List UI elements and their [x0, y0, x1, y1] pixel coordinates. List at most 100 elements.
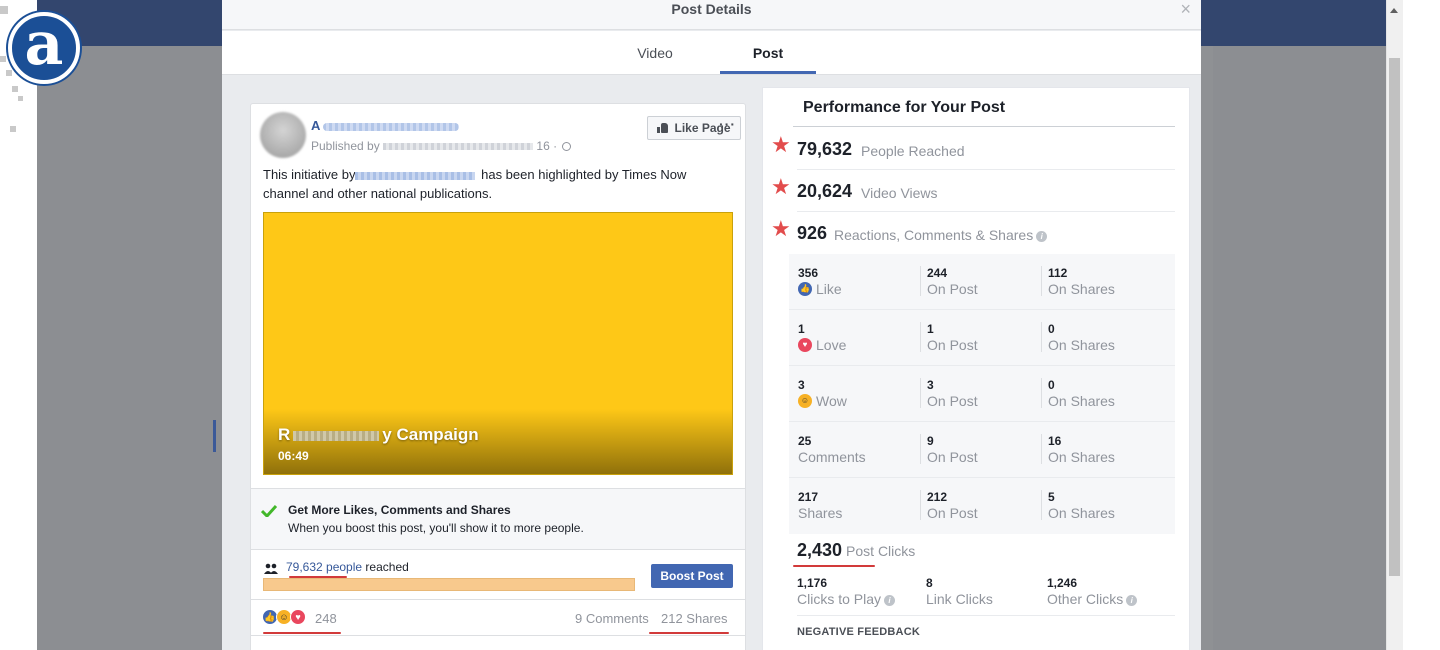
cell-value: 112	[1048, 266, 1068, 280]
boost-title: Get More Likes, Comments and Shares	[288, 503, 511, 517]
redacted-publisher	[383, 143, 534, 151]
boost-promo: Get More Likes, Comments and Shares When…	[251, 488, 745, 550]
reach-suffix: reached	[365, 560, 409, 574]
cell-label-text: Love	[816, 337, 847, 353]
annotation-underline	[793, 565, 875, 567]
video-title-start: R	[278, 425, 291, 444]
post-clicks-value: 2,430	[797, 540, 843, 560]
logo-pixel	[0, 56, 6, 62]
checkmark-icon	[261, 505, 277, 517]
cell-label: On Post	[927, 505, 978, 521]
logo-pixel	[0, 6, 8, 14]
cell-label: On Shares	[1048, 337, 1115, 353]
cell-value: 9	[927, 434, 934, 448]
cell-label: On Shares	[1048, 449, 1115, 465]
info-icon[interactable]: i	[1126, 594, 1138, 606]
tab-post[interactable]: Post	[720, 31, 816, 74]
cell-label-text: Wow	[816, 393, 847, 409]
cell-on-post: 3 On Post	[920, 378, 1040, 409]
page-avatar[interactable]	[260, 112, 306, 158]
modal-title: Post Details	[671, 1, 752, 17]
metric-label: People Reached	[861, 143, 965, 159]
star-annotation-icon: ★	[771, 132, 791, 157]
performance-panel: Performance for Your Post ★ 79,632 Peopl…	[762, 87, 1190, 650]
background-panel-edge	[1201, 46, 1213, 650]
cell-on-post: 1 On Post	[920, 322, 1040, 353]
divider	[793, 126, 1175, 127]
scrollbar-thumb[interactable]	[1389, 58, 1400, 576]
boost-post-button[interactable]: Boost Post	[651, 564, 733, 588]
comments-count[interactable]: 9 Comments	[575, 611, 649, 626]
scroll-up-arrow-icon[interactable]	[1390, 8, 1398, 13]
logo-pixel	[12, 86, 18, 92]
info-icon[interactable]: i	[1036, 230, 1048, 242]
engagement-breakdown-table: 356 👍 Like 244 On Post 112 On Shares 1 ♥ L…	[789, 254, 1175, 534]
logo-pixel	[10, 126, 16, 132]
metric-value: 79,632	[797, 139, 853, 159]
link-clicks: 8 Link Clicks	[926, 576, 993, 608]
cell-label: ♥ Love	[798, 336, 918, 354]
performance-title: Performance for Your Post	[803, 99, 1006, 116]
cell-value: 244	[927, 266, 948, 280]
people-reached-link[interactable]: 79,632 people	[286, 560, 362, 574]
table-row: 1 ♥ Love 1 On Post 0 On Shares	[789, 310, 1175, 366]
post-clicks-metric: 2,430 Post Clicks	[797, 540, 915, 561]
cell-label: Shares	[798, 505, 843, 521]
cell-value: 3	[927, 378, 934, 392]
cell-total: 356 👍 Like	[798, 266, 918, 298]
shares-count[interactable]: 212 Shares	[661, 611, 728, 626]
engagement-counts: 👍 ☺ ♥ 248 9 Comments 212 Shares	[251, 600, 745, 636]
click-breakdown: 1,176 Clicks to Play i 8 Link Clicks 1,24…	[797, 576, 1175, 616]
metric-people-reached: 79,632 People Reached	[797, 128, 1175, 170]
cell-on-shares: 16 On Shares	[1041, 434, 1161, 465]
people-icon	[264, 563, 278, 574]
reach-text: 79,632 people reached	[286, 560, 409, 574]
cell-value: 1,176	[797, 576, 828, 590]
metric-video-views: 20,624 Video Views	[797, 170, 1175, 212]
cell-value: 356	[798, 266, 819, 280]
background-right-strip	[1403, 0, 1440, 650]
video-title-end: y Campaign	[382, 425, 479, 444]
close-icon[interactable]: ×	[1180, 0, 1191, 18]
tab-video[interactable]: Video	[620, 31, 690, 74]
cell-value: 16	[1048, 434, 1062, 448]
star-annotation-icon: ★	[771, 216, 791, 241]
page-name[interactable]: A	[311, 118, 320, 133]
table-row: 356 👍 Like 244 On Post 112 On Shares	[789, 254, 1175, 310]
wow-icon: ☺	[798, 394, 812, 408]
video-duration: 06:49	[278, 449, 309, 463]
logo-pixel	[6, 70, 12, 76]
metric-label: Video Views	[861, 185, 938, 201]
cell-total: 217 Shares	[798, 490, 918, 522]
love-icon: ♥	[798, 338, 812, 352]
cell-value: 3	[798, 378, 805, 392]
cell-value: 1,246	[1047, 576, 1078, 590]
metric-label: Reactions, Comments & Shares i	[834, 227, 1048, 243]
table-row: 217 Shares 212 On Post 5 On Shares	[789, 478, 1175, 534]
cell-on-shares: 0 On Shares	[1041, 322, 1161, 353]
tab-bar: Video Post	[222, 31, 1201, 75]
reach-section: 79,632 people reached Boost Post	[251, 550, 745, 600]
cell-value: 212	[927, 490, 948, 504]
cell-on-post: 9 On Post	[920, 434, 1040, 465]
published-line: Published by 16 ·	[311, 139, 572, 153]
cell-label: On Post	[927, 393, 978, 409]
cell-label: On Shares	[1048, 281, 1115, 297]
info-icon[interactable]: i	[884, 594, 896, 606]
cell-value: 5	[1048, 490, 1055, 504]
site-logo-icon: a	[8, 12, 80, 84]
more-options-icon[interactable]: ···	[719, 116, 736, 132]
reaction-count[interactable]: 248	[315, 611, 337, 626]
cell-label: On Post	[927, 281, 978, 297]
cell-on-post: 212 On Post	[920, 490, 1040, 521]
reaction-icons[interactable]: 👍 ☺ ♥	[262, 609, 306, 625]
table-row: 25 Comments 9 On Post 16 On Shares	[789, 422, 1175, 478]
cell-label: Clicks to Play i	[797, 590, 896, 608]
page-name-initial: A	[311, 118, 321, 133]
star-annotation-icon: ★	[771, 174, 791, 199]
background-marker	[213, 420, 216, 452]
video-thumbnail[interactable]: Ry Campaign 06:49	[263, 212, 733, 475]
cell-label: On Shares	[1048, 505, 1115, 521]
cell-label: Comments	[798, 449, 866, 465]
cell-label: Link Clicks	[926, 591, 993, 607]
